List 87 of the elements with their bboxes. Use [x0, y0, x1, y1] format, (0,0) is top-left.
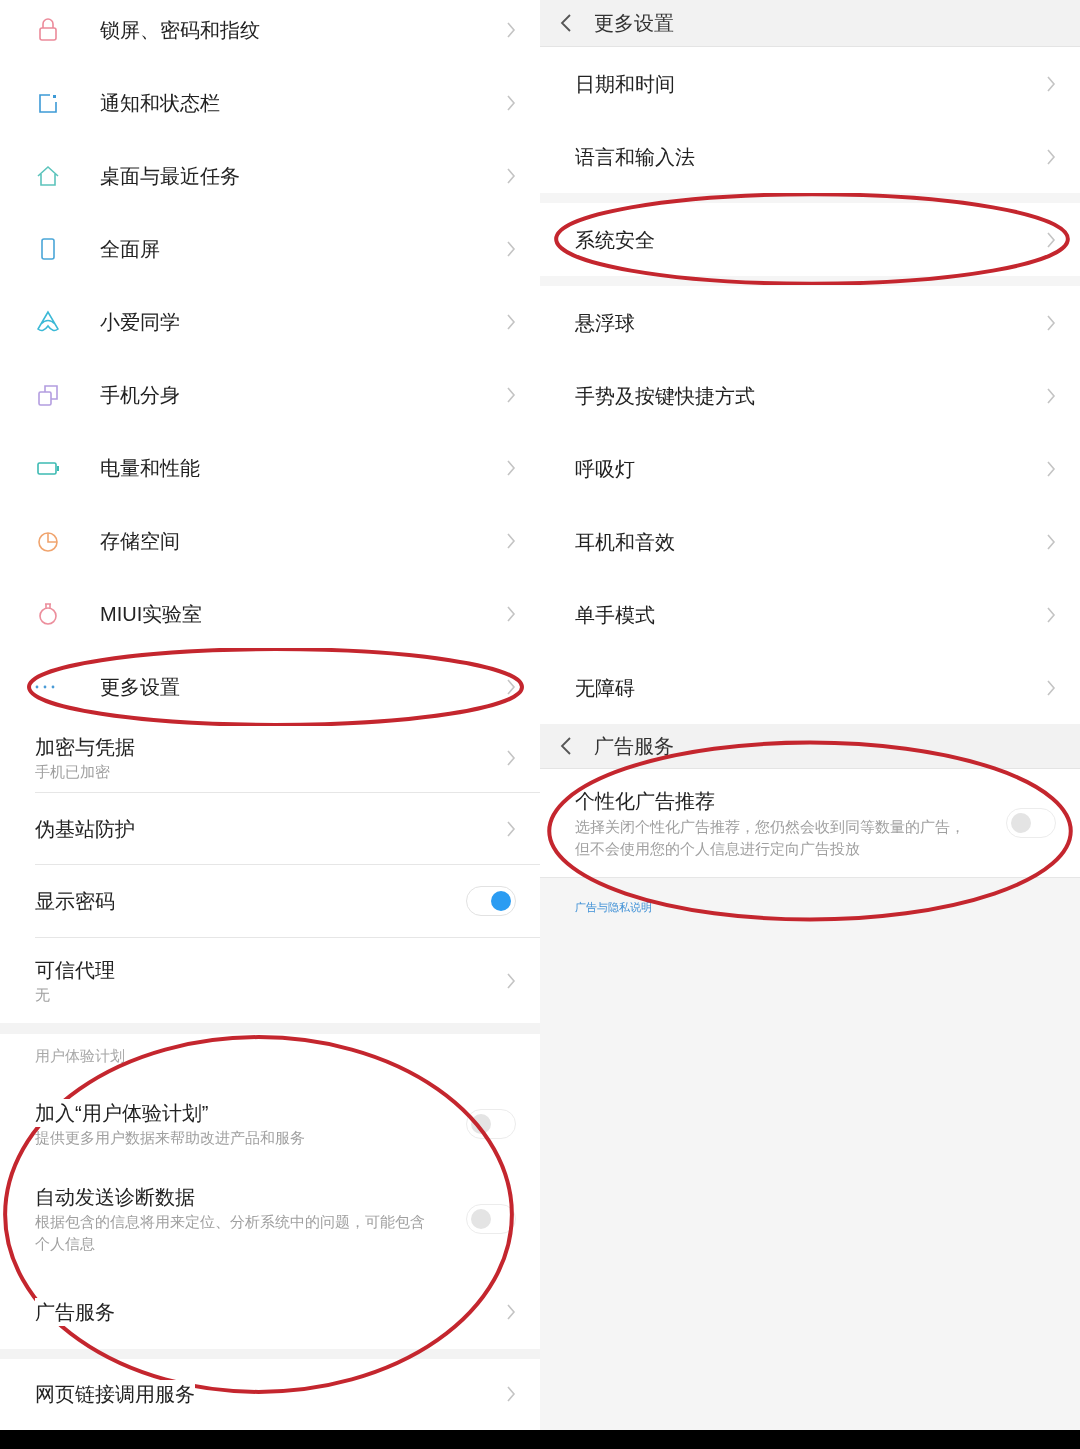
- settings-item[interactable]: 显示密码: [35, 865, 540, 938]
- section-header: 用户体验计划: [35, 1047, 125, 1067]
- toggle-switch[interactable]: [466, 886, 516, 916]
- settings-item[interactable]: 桌面与最近任务: [0, 139, 540, 212]
- chevron-right-icon: [506, 312, 516, 331]
- item-label: 更多设置: [100, 674, 181, 700]
- settings-item[interactable]: 广告服务: [35, 1274, 540, 1349]
- chevron-right-icon: [506, 93, 516, 112]
- item-label: 单手模式: [575, 602, 656, 628]
- item-label: 存储空间: [100, 528, 181, 554]
- item-subtitle: 选择关闭个性化广告推荐，您仍然会收到同等数量的广告，但不会使用您的个人信息进行定向广告投放: [575, 818, 965, 859]
- settings-item[interactable]: 伪基站防护: [35, 793, 540, 865]
- item-label: 手势及按键快捷方式: [575, 383, 756, 409]
- item-title: 广告服务: [35, 1297, 115, 1326]
- settings-item[interactable]: 加密与凭据 手机已加密: [35, 723, 540, 793]
- chevron-right-icon: [1046, 605, 1056, 624]
- chevron-right-icon: [506, 166, 516, 185]
- chevron-right-icon: [506, 239, 516, 258]
- settings-item[interactable]: MIUI实验室: [0, 577, 540, 650]
- page-title: 更多设置: [594, 11, 674, 36]
- chevron-right-icon: [506, 748, 516, 767]
- settings-item[interactable]: 日期和时间: [540, 47, 1080, 120]
- chevron-right-icon: [506, 819, 516, 838]
- chevron-right-icon: [1046, 532, 1056, 551]
- settings-item[interactable]: 存储空间: [0, 504, 540, 577]
- chevron-right-icon: [506, 531, 516, 550]
- settings-item[interactable]: 全面屏: [0, 212, 540, 285]
- chevron-right-icon: [1046, 74, 1056, 93]
- item-title: 加入“用户体验计划”: [35, 1099, 209, 1127]
- chevron-right-icon: [1046, 230, 1056, 249]
- chevron-right-icon: [1046, 386, 1056, 405]
- settings-item[interactable]: 锁屏、密码和指纹: [0, 0, 540, 66]
- settings-item[interactable]: 小爱同学: [0, 285, 540, 358]
- chevron-right-icon: [506, 1302, 516, 1321]
- toggle-switch[interactable]: [466, 1204, 516, 1234]
- item-subtitle: 无: [35, 985, 51, 1005]
- item-label: 呼吸灯: [575, 456, 636, 482]
- settings-item[interactable]: 自动发送诊断数据 根据包含的信息将用来定位、分析系统中的问题，可能包含个人信息: [35, 1164, 540, 1274]
- settings-item[interactable]: 可信代理 无: [35, 938, 540, 1023]
- chevron-right-icon: [506, 385, 516, 404]
- item-label: MIUI实验室: [100, 601, 204, 627]
- chevron-right-icon: [506, 1385, 516, 1403]
- more-dots-icon: [35, 684, 55, 689]
- page-title: 广告服务: [594, 734, 674, 759]
- settings-item[interactable]: 手机分身: [0, 358, 540, 431]
- item-label: 系统安全: [575, 227, 656, 253]
- chevron-right-icon: [506, 971, 516, 990]
- chevron-right-icon: [1046, 678, 1056, 697]
- item-label: 电量和性能: [100, 455, 201, 481]
- settings-item[interactable]: 呼吸灯: [540, 432, 1080, 505]
- item-label: 无障碍: [575, 675, 636, 701]
- settings-item[interactable]: 系统安全: [540, 203, 1080, 276]
- settings-item[interactable]: 悬浮球: [540, 286, 1080, 359]
- settings-item[interactable]: 通知和状态栏: [0, 66, 540, 139]
- chevron-right-icon: [506, 677, 516, 696]
- settings-item[interactable]: 单手模式: [540, 578, 1080, 651]
- chevron-right-icon: [506, 604, 516, 623]
- settings-item[interactable]: 加入“用户体验计划” 提供更多用户数据来帮助改进产品和服务: [35, 1084, 540, 1164]
- chevron-right-icon: [1046, 147, 1056, 166]
- item-label: 手机分身: [100, 382, 181, 408]
- settings-item[interactable]: 手势及按键快捷方式: [540, 359, 1080, 432]
- item-label: 全面屏: [100, 236, 161, 262]
- toggle-switch[interactable]: [466, 1109, 516, 1139]
- settings-item[interactable]: 无障碍: [540, 651, 1080, 724]
- item-subtitle: 提供更多用户数据来帮助改进产品和服务: [35, 1129, 306, 1148]
- chevron-right-icon: [506, 458, 516, 477]
- chevron-right-icon: [506, 20, 516, 39]
- settings-item[interactable]: 耳机和音效: [540, 505, 1080, 578]
- item-subtitle: 根据包含的信息将用来定位、分析系统中的问题，可能包含个人信息: [35, 1213, 426, 1254]
- item-label: 日期和时间: [575, 71, 676, 97]
- item-label: 锁屏、密码和指纹: [100, 17, 261, 43]
- item-label: 通知和状态栏: [100, 90, 221, 116]
- item-label: 小爱同学: [100, 309, 181, 335]
- item-label: 语言和输入法: [575, 144, 696, 170]
- settings-item[interactable]: 语言和输入法: [540, 120, 1080, 193]
- item-label: 桌面与最近任务: [100, 163, 241, 189]
- settings-item[interactable]: 电量和性能: [0, 431, 540, 504]
- settings-item[interactable]: 网页链接调用服务: [35, 1359, 540, 1429]
- item-title: 个性化广告推荐: [575, 789, 716, 814]
- toggle-switch[interactable]: [1006, 808, 1056, 838]
- chevron-right-icon: [1046, 459, 1056, 478]
- item-label: 悬浮球: [575, 310, 636, 336]
- chevron-right-icon: [1046, 313, 1056, 332]
- settings-item[interactable]: 更多设置: [0, 650, 540, 723]
- settings-item[interactable]: 个性化广告推荐 选择关闭个性化广告推荐，您仍然会收到同等数量的广告，但不会使用您的个人信息进行定向广告投放: [540, 769, 1080, 878]
- item-subtitle: 手机已加密: [35, 762, 111, 782]
- item-label: 耳机和音效: [575, 529, 676, 555]
